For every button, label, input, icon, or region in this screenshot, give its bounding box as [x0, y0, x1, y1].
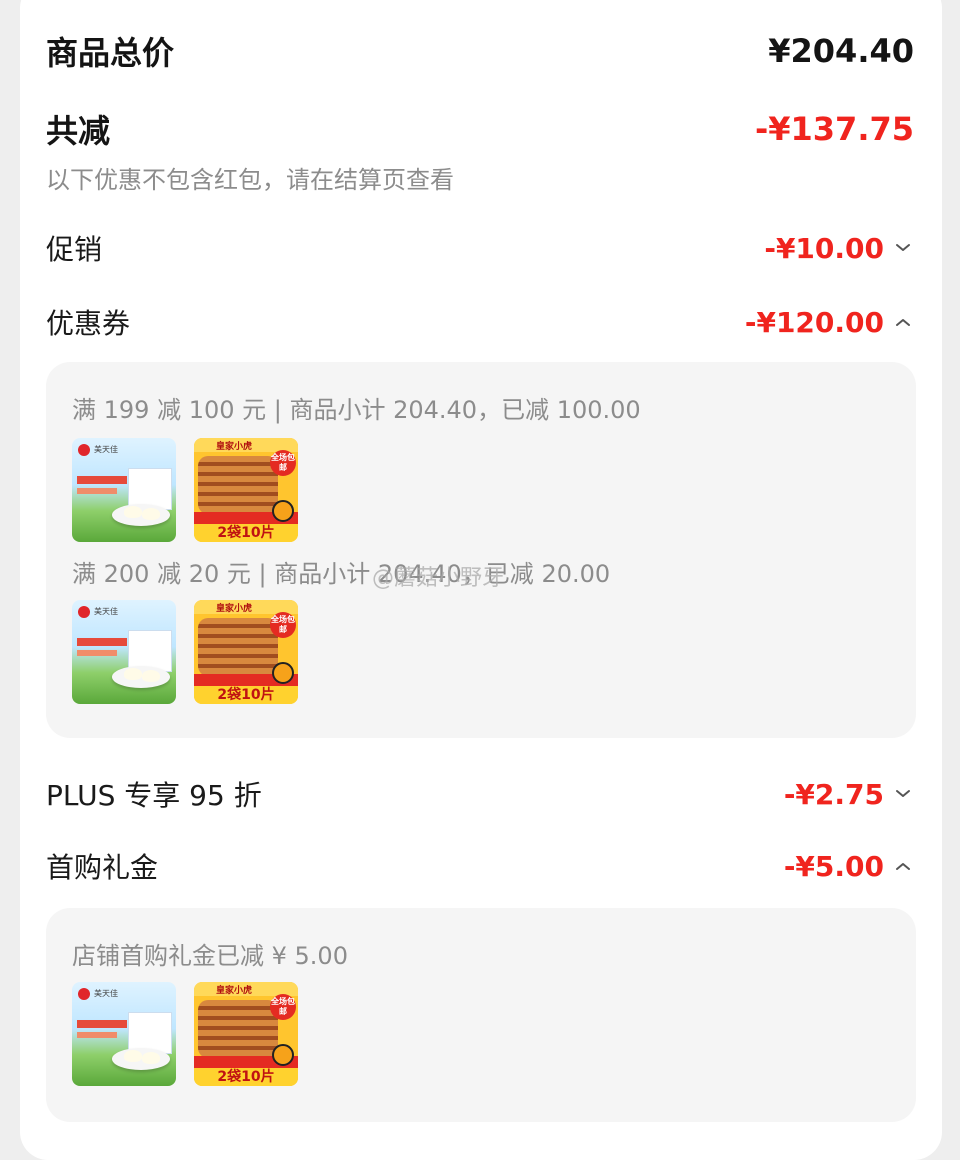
- total-discount-row: 共减 -¥137.75: [46, 106, 914, 152]
- chevron-down-icon[interactable]: [892, 783, 914, 805]
- brand-logo-icon: [78, 444, 90, 456]
- coupon-label: 优惠券: [46, 307, 131, 340]
- total-price-label: 商品总价: [46, 34, 175, 72]
- total-discount-label: 共减: [46, 112, 111, 150]
- pancake-product-image[interactable]: 皇家小虎 全场包邮 2袋10片: [194, 438, 298, 542]
- dumpling-product-image[interactable]: 美天佳: [72, 438, 176, 542]
- discount-note: 以下优惠不包含红包，请在结算页查看: [46, 166, 454, 194]
- first-purchase-gift-label: 首购礼金: [46, 851, 159, 884]
- total-discount-value: -¥137.75: [754, 110, 914, 148]
- total-price-row: 商品总价 ¥204.40: [46, 28, 914, 74]
- plus-discount-value: -¥2.75: [783, 777, 884, 811]
- first-purchase-gift-value: -¥5.00: [783, 849, 884, 883]
- chevron-down-icon[interactable]: [892, 237, 914, 259]
- brand-logo-icon: [78, 988, 90, 1000]
- gift-detail-panel: 店铺首购礼金已减 ¥ 5.00 美天佳 皇家小虎 全场包邮 2袋10片: [46, 908, 916, 1122]
- coupon-1-thumbs: 美天佳 皇家小虎 全场包邮 2袋10片: [72, 438, 298, 542]
- gift-thumbs: 美天佳 皇家小虎 全场包邮 2袋10片: [72, 982, 298, 1086]
- tiger-mascot-icon: [272, 1044, 294, 1066]
- watermark: @蘑菇小野牙: [372, 566, 505, 591]
- promotion-row[interactable]: 促销 -¥10.00: [46, 228, 914, 268]
- brand-logo-icon: [78, 606, 90, 618]
- plus-discount-row[interactable]: PLUS 专享 95 折 -¥2.75: [46, 774, 914, 814]
- promotion-label: 促销: [46, 233, 103, 266]
- pancake-product-image[interactable]: 皇家小虎 全场包邮 2袋10片: [194, 982, 298, 1086]
- total-price-value: ¥204.40: [768, 32, 914, 70]
- first-purchase-gift-row[interactable]: 首购礼金 -¥5.00: [46, 846, 914, 886]
- plus-discount-label: PLUS 专享 95 折: [46, 779, 262, 812]
- tiger-mascot-icon: [272, 662, 294, 684]
- coupon-2-thumbs: 美天佳 皇家小虎 全场包邮 2袋10片: [72, 600, 298, 704]
- chevron-up-icon[interactable]: [892, 855, 914, 877]
- pancake-product-image[interactable]: 皇家小虎 全场包邮 2袋10片: [194, 600, 298, 704]
- dumpling-product-image[interactable]: 美天佳: [72, 600, 176, 704]
- coupon-detail-panel: 满 199 减 100 元 | 商品小计 204.40，已减 100.00 美天…: [46, 362, 916, 738]
- coupon-row[interactable]: 优惠券 -¥120.00: [46, 302, 914, 342]
- dumpling-product-image[interactable]: 美天佳: [72, 982, 176, 1086]
- gift-line: 店铺首购礼金已减 ¥ 5.00: [72, 942, 348, 970]
- chevron-up-icon[interactable]: [892, 311, 914, 333]
- coupon-line-2: 满 200 减 20 元 | 商品小计 204.40，已减 20.00: [72, 560, 611, 588]
- coupon-value: -¥120.00: [744, 305, 884, 339]
- coupon-line-1: 满 199 减 100 元 | 商品小计 204.40，已减 100.00: [72, 396, 641, 424]
- promotion-value: -¥10.00: [764, 231, 884, 265]
- tiger-mascot-icon: [272, 500, 294, 522]
